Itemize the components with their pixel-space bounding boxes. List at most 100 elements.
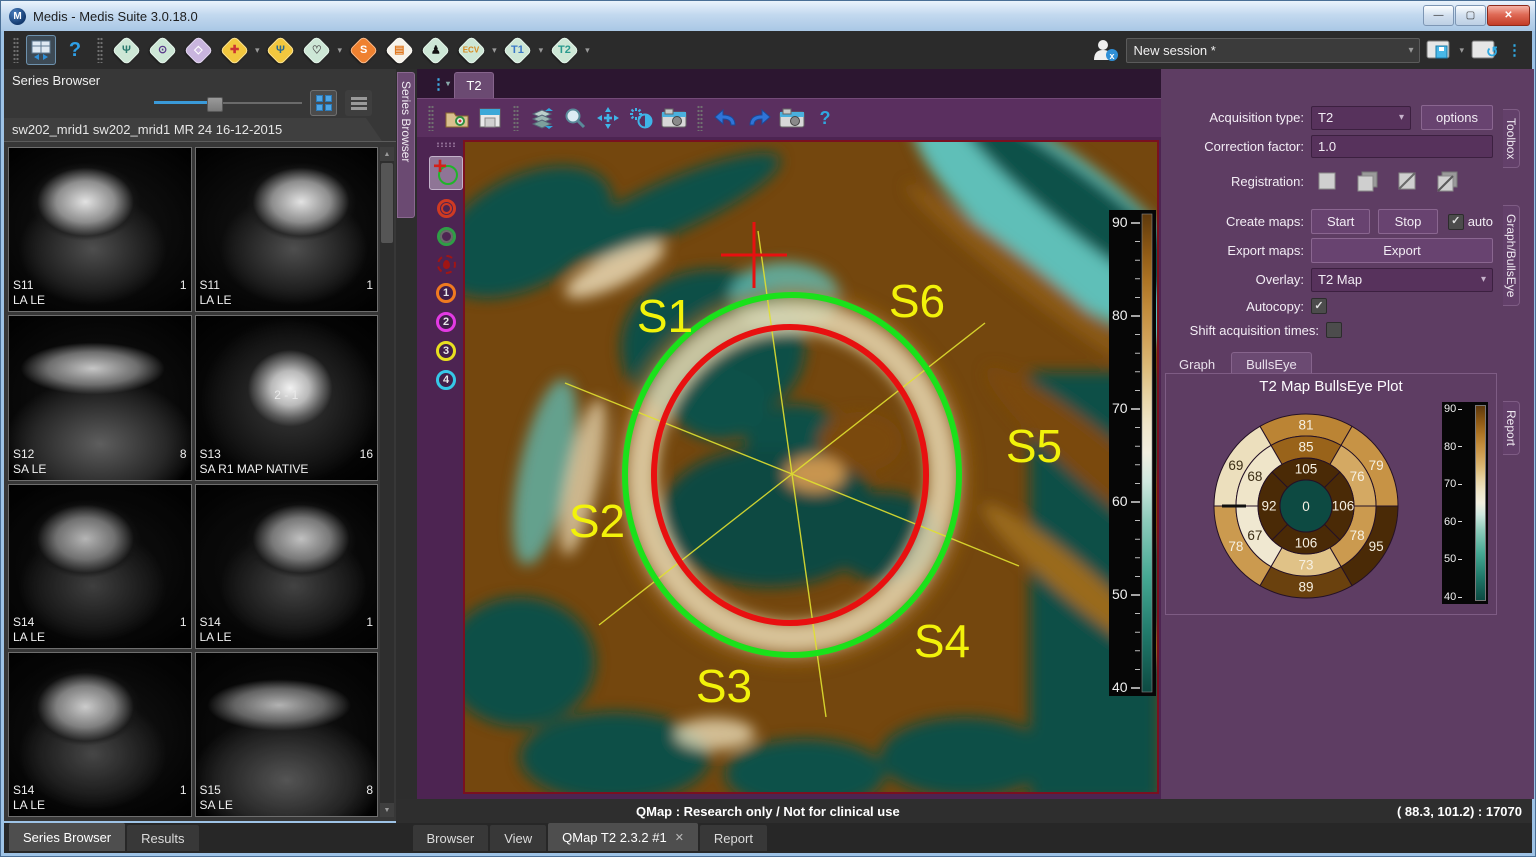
- layers-button[interactable]: [529, 106, 555, 130]
- report-vertical-tab[interactable]: Report: [1503, 401, 1520, 455]
- chevron-down-icon[interactable]: ▾: [539, 45, 544, 56]
- app-swirl-button[interactable]: ⊙: [146, 33, 178, 67]
- registration-stack-button[interactable]: [1351, 168, 1385, 195]
- overlay-select[interactable]: T2 Map▾: [1311, 268, 1493, 292]
- tab-browser[interactable]: Browser: [413, 825, 489, 851]
- marker-4-tool[interactable]: 4: [436, 370, 456, 390]
- save-button[interactable]: [477, 106, 503, 130]
- marker-3-tool[interactable]: 3: [436, 341, 456, 361]
- scroll-down-icon[interactable]: ▼: [380, 803, 394, 817]
- list-view-button[interactable]: [345, 90, 372, 116]
- toolbar-grip[interactable]: [428, 105, 434, 131]
- toolbar-grip[interactable]: [697, 105, 703, 131]
- export-button[interactable]: Export: [1311, 238, 1493, 263]
- series-thumbnail[interactable]: S141LA LE: [8, 652, 192, 817]
- t2-map-image[interactable]: S1 S2 S3 S4 S5 S6 90 80: [463, 140, 1159, 794]
- toolbar-grip[interactable]: [13, 37, 19, 63]
- overflow-menu-icon[interactable]: ⋮: [1503, 41, 1526, 59]
- toolbar-grip[interactable]: [97, 37, 103, 63]
- session-select[interactable]: New session * ▾: [1126, 38, 1420, 63]
- series-thumbnail[interactable]: S158SA LE: [195, 652, 379, 817]
- export-maps-label: Export maps:: [1161, 243, 1311, 258]
- scroll-up-icon[interactable]: ▲: [380, 147, 394, 161]
- thumbnail-size-slider[interactable]: [154, 96, 302, 110]
- series-thumbnail[interactable]: S141LA LE: [8, 484, 192, 649]
- reset-layout-icon[interactable]: ↺: [1471, 39, 1497, 61]
- autocopy-checkbox[interactable]: ✓: [1311, 298, 1327, 314]
- snapshot-button[interactable]: [779, 106, 805, 130]
- series-thumbnail[interactable]: S111LA LE: [8, 147, 192, 312]
- help-button[interactable]: ?: [812, 106, 838, 130]
- acquisition-type-select[interactable]: T2▾: [1311, 106, 1411, 130]
- app-flow-button[interactable]: S: [347, 33, 379, 67]
- scrollbar-thumb[interactable]: [381, 163, 393, 243]
- registration-none-button[interactable]: [1311, 168, 1345, 195]
- options-button[interactable]: options: [1421, 105, 1493, 130]
- tab-results[interactable]: Results: [127, 825, 198, 851]
- tab-view[interactable]: View: [490, 825, 546, 851]
- maximize-button[interactable]: ▢: [1455, 5, 1486, 26]
- app-ecv-button[interactable]: ECV: [455, 33, 487, 67]
- chevron-down-icon[interactable]: ▾: [338, 45, 343, 56]
- app-pills-button[interactable]: ✚: [218, 33, 250, 67]
- marker-2-tool[interactable]: 2: [436, 312, 456, 332]
- save-layout-icon[interactable]: [1426, 39, 1452, 61]
- chevron-down-icon[interactable]: ▾: [255, 45, 260, 56]
- blood-pool-tool[interactable]: [437, 255, 456, 274]
- app-tulip-gold-button[interactable]: Ψ: [265, 33, 297, 67]
- chevron-down-icon[interactable]: ▾: [492, 45, 497, 56]
- window-level-button[interactable]: [628, 106, 654, 130]
- patient-study-tab[interactable]: sw202_mrid1 sw202_mrid1 MR 24 16-12-2015: [4, 118, 382, 141]
- graph-bullseye-vertical-tab[interactable]: Graph/BullsEye: [1503, 205, 1520, 306]
- toolbox-vertical-tab[interactable]: Toolbox: [1503, 109, 1520, 168]
- zoom-button[interactable]: [562, 106, 588, 130]
- app-person-button[interactable]: ♟: [419, 33, 451, 67]
- bullseye-plot[interactable]: 817995897869857678736768105106106920: [1202, 400, 1410, 608]
- registration-diagonal-button[interactable]: [1391, 168, 1425, 195]
- chevron-down-icon[interactable]: ▾: [585, 45, 590, 56]
- tab-series-browser[interactable]: Series Browser: [9, 823, 125, 851]
- auto-label: auto: [1468, 214, 1493, 229]
- grid-view-button[interactable]: [310, 90, 337, 116]
- draw-contour-tool[interactable]: +: [429, 156, 463, 190]
- registration-stack-diagonal-button[interactable]: [1431, 168, 1465, 195]
- app-purple-button[interactable]: ◇: [182, 33, 214, 67]
- endo-contour-tool[interactable]: [437, 199, 456, 218]
- window-layout-button[interactable]: [26, 35, 56, 65]
- view-menu-icon[interactable]: ⋮▾: [431, 75, 450, 93]
- pan-button[interactable]: [595, 106, 621, 130]
- snapshot-button[interactable]: [661, 106, 687, 130]
- undo-button[interactable]: [713, 106, 739, 130]
- help-button[interactable]: ?: [60, 35, 90, 65]
- series-browser-vertical-tab[interactable]: Series Browser: [397, 72, 415, 218]
- close-tab-icon[interactable]: ✕: [675, 831, 684, 844]
- marker-1-tool[interactable]: 1: [436, 283, 456, 303]
- series-thumbnail[interactable]: S141LA LE: [195, 484, 379, 649]
- minimize-button[interactable]: —: [1423, 5, 1454, 26]
- app-t2-button[interactable]: T2: [548, 33, 580, 67]
- app-t1-button[interactable]: T1: [502, 33, 534, 67]
- close-button[interactable]: ✕: [1487, 5, 1530, 26]
- redo-button[interactable]: [746, 106, 772, 130]
- open-button[interactable]: [444, 106, 470, 130]
- stop-button[interactable]: Stop: [1378, 209, 1437, 234]
- app-heart-button[interactable]: ♡: [301, 33, 333, 67]
- tab-report[interactable]: Report: [700, 825, 767, 851]
- series-thumbnail[interactable]: S111LA LE: [195, 147, 379, 312]
- toolbar-grip[interactable]: [513, 105, 519, 131]
- chevron-down-icon[interactable]: ▾: [1459, 45, 1464, 56]
- epi-contour-tool[interactable]: [437, 227, 456, 246]
- series-thumbnail[interactable]: S128SA LE: [8, 315, 192, 480]
- auto-checkbox[interactable]: ✓: [1448, 214, 1464, 230]
- shift-acquisition-checkbox[interactable]: ✓: [1326, 322, 1342, 338]
- tab-t2[interactable]: T2: [454, 72, 494, 98]
- start-button[interactable]: Start: [1311, 209, 1370, 234]
- toolbar-grip[interactable]: [436, 142, 456, 147]
- app-report-stack-button[interactable]: ▤: [383, 33, 415, 67]
- tab-qmap-t2[interactable]: QMap T2 2.3.2 #1✕: [548, 823, 698, 851]
- series-thumbnail[interactable]: 2 - 1 S1316SA R1 MAP NATIVE: [195, 315, 379, 480]
- correction-factor-field[interactable]: 1.0: [1311, 135, 1493, 158]
- slider-handle[interactable]: [207, 97, 223, 112]
- app-tulip-green-button[interactable]: Ψ: [110, 33, 142, 67]
- thumbnail-scrollbar[interactable]: ▲ ▼: [380, 147, 394, 817]
